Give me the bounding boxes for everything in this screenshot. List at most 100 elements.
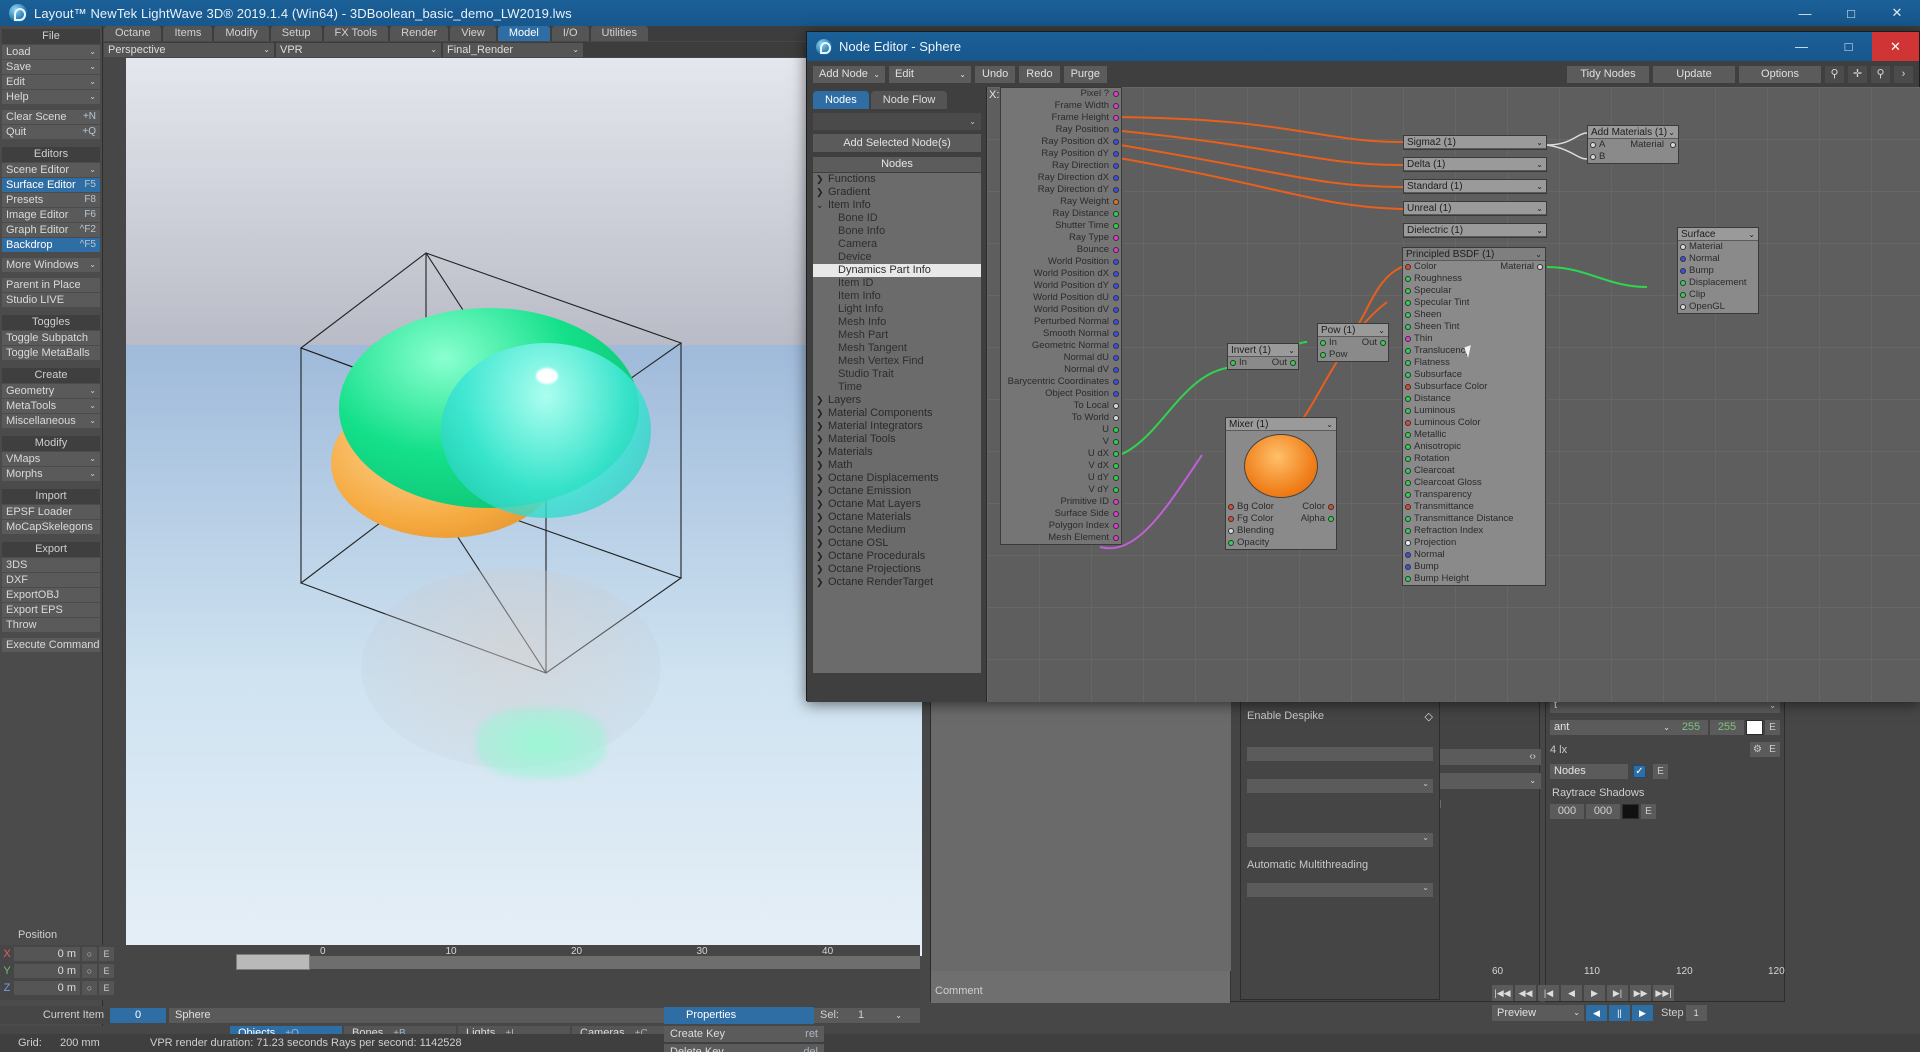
port-dot-icon[interactable]: [1113, 283, 1119, 289]
info-port-shutter-time[interactable]: Shutter Time: [1001, 220, 1121, 232]
sidebar-item-parent-in-place[interactable]: Parent in Place: [2, 278, 100, 292]
rgb-value-2[interactable]: 255: [1710, 720, 1744, 735]
envelope-button[interactable]: E: [1765, 720, 1780, 735]
transport-button[interactable]: |◀: [1538, 984, 1559, 1001]
principled-port-sheen-tint[interactable]: Sheen Tint: [1403, 321, 1545, 333]
node-tree-item-octane-mat-layers[interactable]: ❯ Octane Mat Layers: [813, 498, 981, 511]
thread-select[interactable]: ⌄: [1247, 883, 1433, 897]
chevron-right-icon[interactable]: ❯: [816, 186, 828, 199]
tidy-nodes-button[interactable]: Tidy Nodes: [1567, 65, 1649, 83]
chevron-right-icon[interactable]: ❯: [816, 407, 828, 420]
sidebar-item-morphs[interactable]: Morphs ⌄: [2, 467, 100, 481]
node-tree-item-time[interactable]: Time: [813, 381, 981, 394]
port-dot-icon[interactable]: [1113, 115, 1119, 121]
mixer-port-opacity[interactable]: Opacity: [1226, 537, 1336, 549]
port-dot-icon[interactable]: [1405, 432, 1411, 438]
port-dot-icon[interactable]: [1113, 331, 1119, 337]
node-dielectric-1-[interactable]: Dielectric (1) ⌄: [1403, 223, 1547, 238]
chevron-right-icon[interactable]: ❯: [816, 498, 828, 511]
info-port-mesh-element[interactable]: Mesh Element: [1001, 532, 1121, 544]
sidebar-item-throw[interactable]: Throw: [2, 618, 100, 632]
surface-port-bump[interactable]: Bump: [1678, 265, 1758, 277]
node-tree-item-mesh-info[interactable]: Mesh Info: [813, 316, 981, 329]
port-dot-icon[interactable]: [1405, 300, 1411, 306]
port-dot-icon[interactable]: [1680, 292, 1686, 298]
shadow-color-swatch[interactable]: [1622, 804, 1639, 819]
sidebar-item-load[interactable]: Load ⌄: [2, 45, 100, 59]
node-tree-item-camera[interactable]: Camera: [813, 238, 981, 251]
port-dot-icon[interactable]: [1228, 516, 1234, 522]
port-dot-icon[interactable]: [1405, 312, 1411, 318]
node-graph-canvas[interactable]: X:31 Y:138 Zoom:91%: [987, 87, 1920, 702]
viewport-select-final-render[interactable]: Final_Render ⌄: [443, 42, 583, 57]
chevron-right-icon[interactable]: ❯: [816, 511, 828, 524]
redo-button[interactable]: Redo: [1019, 65, 1060, 83]
node-tree-item-item-info[interactable]: Item Info: [813, 290, 981, 303]
port-dot-icon[interactable]: [1113, 475, 1119, 481]
next-frame-button[interactable]: ▶: [1632, 1004, 1653, 1021]
node-tab-nodes[interactable]: Nodes: [813, 91, 869, 109]
port-dot-icon[interactable]: [1113, 379, 1119, 385]
sidebar-item-clear-scene[interactable]: Clear Scene +N: [2, 110, 100, 124]
chevron-right-icon[interactable]: ❯: [816, 459, 828, 472]
transport-button[interactable]: ▶▶|: [1653, 984, 1674, 1001]
nodes-checkbox[interactable]: ✓: [1633, 765, 1646, 778]
node-tree-item-functions[interactable]: ❯ Functions: [813, 173, 981, 186]
sidebar-item-help[interactable]: Help ⌄: [2, 90, 100, 104]
add-selected-nodes-button[interactable]: Add Selected Node(s): [813, 134, 981, 152]
principled-port-clearcoat-gloss[interactable]: Clearcoat Gloss: [1403, 477, 1545, 489]
info-port-world-position-du[interactable]: World Position dU: [1001, 292, 1121, 304]
port-dot-icon[interactable]: [1405, 348, 1411, 354]
preview-select[interactable]: Preview ⌄: [1492, 1004, 1584, 1021]
minimize-button[interactable]: —: [1782, 0, 1828, 26]
port-dot-icon[interactable]: [1113, 151, 1119, 157]
info-port-to-world[interactable]: To World: [1001, 412, 1121, 424]
port-dot-icon[interactable]: [1405, 336, 1411, 342]
port-dot-icon[interactable]: [1113, 235, 1119, 241]
pause-button[interactable]: ||: [1609, 1004, 1630, 1021]
surface-port-displacement[interactable]: Displacement: [1678, 277, 1758, 289]
node-tree-item-octane-displacements[interactable]: ❯ Octane Displacements: [813, 472, 981, 485]
info-port-geometric-normal[interactable]: Geometric Normal: [1001, 340, 1121, 352]
undo-button[interactable]: Undo: [975, 65, 1016, 83]
port-dot-icon[interactable]: [1113, 427, 1119, 433]
node-delta-1-[interactable]: Delta (1) ⌄: [1403, 157, 1547, 172]
node-tree-item-bone-id[interactable]: Bone ID: [813, 212, 981, 225]
principled-port-refraction-index[interactable]: Refraction Index: [1403, 525, 1545, 537]
port-dot-icon[interactable]: [1113, 511, 1119, 517]
sidebar-item-toggle-metaballs[interactable]: Toggle MetaBalls: [2, 346, 100, 360]
menu-tab-render[interactable]: Render: [390, 26, 449, 41]
sidebar-item-presets[interactable]: Presets F8: [2, 193, 100, 207]
principled-port-normal[interactable]: Normal: [1403, 549, 1545, 561]
surface-port-clip[interactable]: Clip: [1678, 289, 1758, 301]
port-dot-icon[interactable]: [1113, 211, 1119, 217]
principled-port-sheen[interactable]: Sheen: [1403, 309, 1545, 321]
info-port-world-position-dv[interactable]: World Position dV: [1001, 304, 1121, 316]
sidebar-item-vmaps[interactable]: VMaps ⌄: [2, 452, 100, 466]
port-dot-icon[interactable]: [1405, 264, 1411, 270]
axis-value-x[interactable]: 0 m: [14, 946, 80, 961]
port-dot-icon[interactable]: [1537, 264, 1543, 270]
port-dot-icon[interactable]: [1405, 468, 1411, 474]
node-header[interactable]: Sigma2 (1) ⌄: [1404, 136, 1546, 149]
node-editor-maximize-button[interactable]: □: [1825, 32, 1872, 61]
sidebar-item-scene-editor[interactable]: Scene Editor ⌄: [2, 163, 100, 177]
node-tree-item-item-id[interactable]: Item ID: [813, 277, 981, 290]
node-tree-item-dynamics-part-info[interactable]: Dynamics Part Info: [813, 264, 981, 277]
node-sigma2-1-[interactable]: Sigma2 (1) ⌄: [1403, 135, 1547, 150]
node-tree-item-mesh-vertex-find[interactable]: Mesh Vertex Find: [813, 355, 981, 368]
node-add-materials[interactable]: Add Materials (1) ⌄ A Material B: [1587, 125, 1679, 164]
principled-port-subsurface[interactable]: Subsurface: [1403, 369, 1545, 381]
info-port-smooth-normal[interactable]: Smooth Normal: [1001, 328, 1121, 340]
chevron-right-icon[interactable]: ❯: [816, 576, 828, 589]
timeline-track[interactable]: [236, 956, 920, 969]
node-unreal-1-[interactable]: Unreal (1) ⌄: [1403, 201, 1547, 216]
node-editor-minimize-button[interactable]: —: [1778, 32, 1825, 61]
principled-port-rotation[interactable]: Rotation: [1403, 453, 1545, 465]
node-search-input[interactable]: ⌄: [813, 113, 981, 130]
info-port-pixel-[interactable]: Pixel ?: [1001, 88, 1121, 100]
menu-tab-utilities[interactable]: Utilities: [590, 26, 648, 41]
info-port-perturbed-normal[interactable]: Perturbed Normal: [1001, 316, 1121, 328]
sidebar-item-miscellaneous[interactable]: Miscellaneous ⌄: [2, 414, 100, 428]
info-port-ray-direction[interactable]: Ray Direction: [1001, 160, 1121, 172]
